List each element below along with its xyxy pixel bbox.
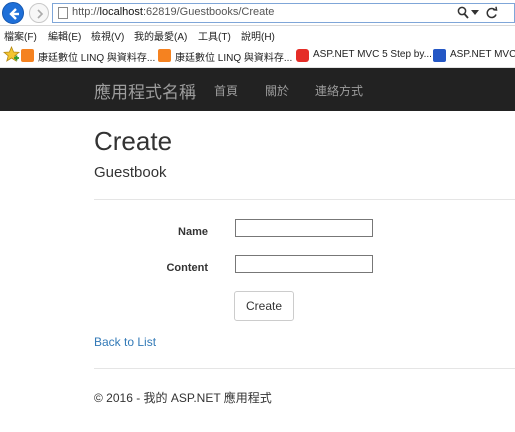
forward-button[interactable]	[29, 3, 49, 23]
menu-view[interactable]: 檢視(V)	[91, 28, 124, 43]
menu-tools[interactable]: 工具(T)	[198, 28, 231, 43]
chevron-down-icon[interactable]	[471, 10, 479, 16]
brand-link[interactable]: 應用程式名稱	[94, 78, 196, 103]
book-icon	[433, 49, 446, 62]
url-text: http://localhost:62819/Guestbooks/Create	[72, 6, 275, 18]
favorites-bar: 康廷數位 LINQ 與資料存... 康廷數位 LINQ 與資料存... ASP.…	[0, 43, 515, 68]
blogger-icon	[158, 49, 171, 62]
menu-favorites[interactable]: 我的最愛(A)	[134, 28, 187, 43]
page-subtitle: Guestbook	[94, 164, 167, 181]
address-input[interactable]: http://localhost:62819/Guestbooks/Create	[52, 3, 515, 23]
favorites-star-icon[interactable]	[3, 46, 20, 63]
site-navbar: 應用程式名稱 首頁 關於 連絡方式	[0, 68, 515, 111]
content-label: Content	[166, 262, 208, 274]
back-to-list-link[interactable]: Back to List	[94, 335, 156, 349]
create-button[interactable]: Create	[234, 291, 294, 321]
arrow-left-icon	[9, 8, 19, 20]
footer-text: © 2016 - 我的 ASP.NET 應用程式	[94, 391, 272, 405]
menu-bar: 檔案(F) 編輯(E) 檢視(V) 我的最愛(A) 工具(T) 說明(H)	[0, 26, 515, 43]
search-icon[interactable]	[457, 6, 469, 20]
name-label: Name	[178, 226, 208, 238]
menu-edit[interactable]: 編輯(E)	[48, 28, 81, 43]
blogger-icon	[21, 49, 34, 62]
menu-file[interactable]: 檔案(F)	[4, 28, 37, 43]
back-button[interactable]	[2, 2, 24, 24]
content-input[interactable]	[235, 255, 373, 273]
youtube-icon	[296, 49, 309, 62]
nav-link-about[interactable]: 關於	[265, 82, 289, 99]
name-input[interactable]	[235, 219, 373, 237]
browser-address-bar: http://localhost:62819/Guestbooks/Create	[0, 0, 515, 26]
nav-link-home[interactable]: 首頁	[214, 82, 238, 99]
page-icon	[58, 7, 68, 19]
menu-help[interactable]: 說明(H)	[241, 28, 275, 43]
page-title: Create	[94, 126, 173, 156]
nav-link-contact[interactable]: 連絡方式	[315, 82, 363, 99]
arrow-right-icon	[37, 9, 44, 19]
divider	[94, 199, 515, 200]
refresh-icon[interactable]	[485, 6, 498, 20]
divider	[94, 368, 515, 369]
